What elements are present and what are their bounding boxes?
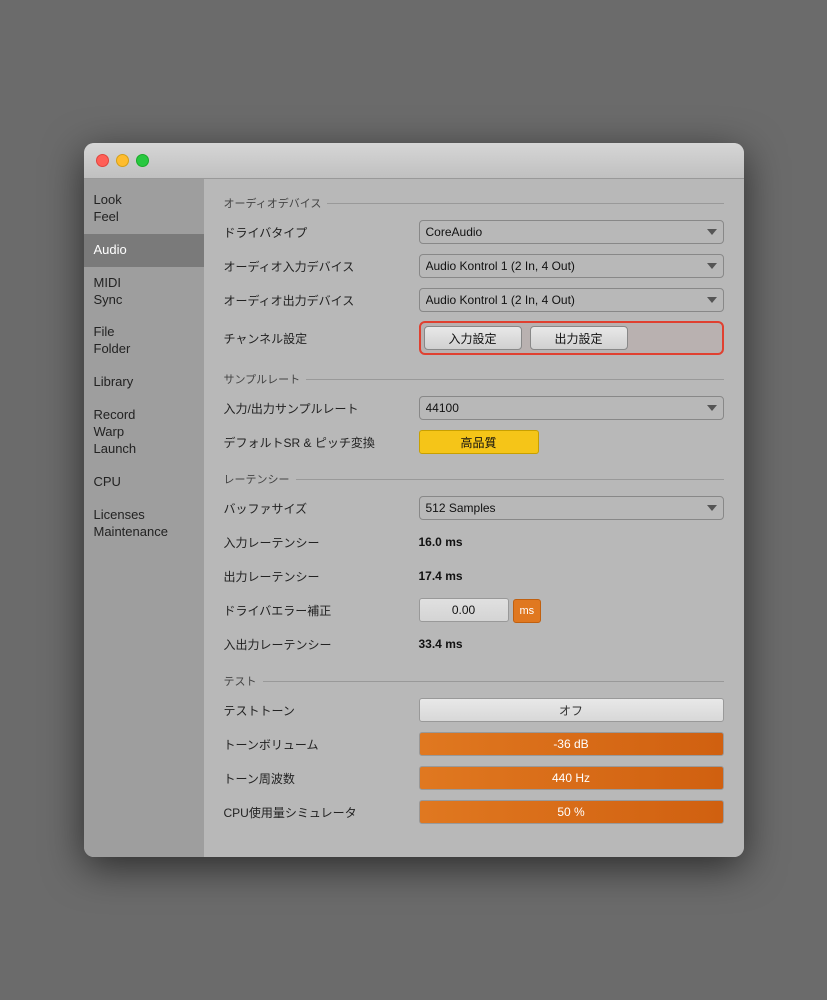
row-latency-0: バッファサイズ128 Samples256 Samples512 Samples…	[224, 495, 724, 521]
control-test-0: オフ	[419, 698, 724, 722]
quality-button[interactable]: 高品質	[419, 430, 539, 454]
orange-value-test-2[interactable]: 440 Hz	[419, 766, 724, 790]
section-header-sample_rate: サンプルレート	[224, 371, 724, 387]
sidebar: Look FeelAudioMIDI SyncFile FolderLibrar…	[84, 179, 204, 857]
channel-buttons: 入力設定出力設定	[419, 321, 724, 355]
label-test-2: トーン周波数	[224, 770, 419, 787]
control-test-2: 440 Hz	[419, 766, 724, 790]
sidebar-item-midi-sync[interactable]: MIDI Sync	[84, 267, 204, 317]
row-latency-2: 出力レーテンシー17.4 ms	[224, 563, 724, 589]
sidebar-item-cpu[interactable]: CPU	[84, 466, 204, 499]
label-test-1: トーンボリューム	[224, 736, 419, 753]
control-audio_device-1: Audio Kontrol 1 (2 In, 4 Out)	[419, 254, 724, 278]
preferences-window: Look FeelAudioMIDI SyncFile FolderLibrar…	[84, 143, 744, 857]
control-sample_rate-0: 441004800096000	[419, 396, 724, 420]
section-audio_device: オーディオデバイスドライバタイプCoreAudioASIOオーディオ入力デバイス…	[224, 195, 724, 355]
row-latency-4: 入出力レーテンシー33.4 ms	[224, 631, 724, 657]
orange-value-test-1[interactable]: -36 dB	[419, 732, 724, 756]
control-test-3: 50 %	[419, 800, 724, 824]
select-audio_device-2[interactable]: Audio Kontrol 1 (2 In, 4 Out)	[419, 288, 724, 312]
row-test-0: テストトーンオフ	[224, 697, 724, 723]
sidebar-item-licenses-maintenance[interactable]: Licenses Maintenance	[84, 499, 204, 549]
label-latency-3: ドライバエラー補正	[224, 602, 419, 619]
label-latency-0: バッファサイズ	[224, 500, 419, 517]
control-latency-2: 17.4 ms	[419, 567, 724, 585]
label-audio_device-3: チャンネル設定	[224, 330, 419, 347]
label-latency-4: 入出力レーテンシー	[224, 636, 419, 653]
sidebar-item-file-folder[interactable]: File Folder	[84, 316, 204, 366]
output-settings-button[interactable]: 出力設定	[530, 326, 628, 350]
control-latency-3: ms	[419, 598, 724, 623]
label-sample_rate-0: 入力/出力サンプルレート	[224, 400, 419, 417]
test-tone-button[interactable]: オフ	[419, 698, 724, 722]
content-area: Look FeelAudioMIDI SyncFile FolderLibrar…	[84, 179, 744, 857]
control-latency-1: 16.0 ms	[419, 533, 724, 551]
control-audio_device-3: 入力設定出力設定	[419, 321, 724, 355]
control-sample_rate-1: 高品質	[419, 430, 724, 454]
input-settings-button[interactable]: 入力設定	[424, 326, 522, 350]
control-audio_device-0: CoreAudioASIO	[419, 220, 724, 244]
ms-badge: ms	[513, 599, 542, 623]
maximize-button[interactable]	[136, 154, 149, 167]
sidebar-item-look-feel[interactable]: Look Feel	[84, 184, 204, 234]
row-sample_rate-0: 入力/出力サンプルレート441004800096000	[224, 395, 724, 421]
select-audio_device-1[interactable]: Audio Kontrol 1 (2 In, 4 Out)	[419, 254, 724, 278]
section-header-test: テスト	[224, 673, 724, 689]
section-sample_rate: サンプルレート入力/出力サンプルレート441004800096000デフォルトS…	[224, 371, 724, 455]
traffic-lights	[96, 154, 149, 167]
section-header-audio_device: オーディオデバイス	[224, 195, 724, 211]
section-header-latency: レーテンシー	[224, 471, 724, 487]
row-test-1: トーンボリューム-36 dB	[224, 731, 724, 757]
row-latency-1: 入力レーテンシー16.0 ms	[224, 529, 724, 555]
control-latency-0: 128 Samples256 Samples512 Samples1024 Sa…	[419, 496, 724, 520]
value-text-latency-1: 16.0 ms	[419, 535, 463, 549]
close-button[interactable]	[96, 154, 109, 167]
row-audio_device-1: オーディオ入力デバイスAudio Kontrol 1 (2 In, 4 Out)	[224, 253, 724, 279]
label-audio_device-1: オーディオ入力デバイス	[224, 258, 419, 275]
control-test-1: -36 dB	[419, 732, 724, 756]
control-latency-4: 33.4 ms	[419, 635, 724, 653]
sidebar-item-audio[interactable]: Audio	[84, 234, 204, 267]
label-sample_rate-1: デフォルトSR & ピッチ変換	[224, 434, 419, 451]
row-test-2: トーン周波数440 Hz	[224, 765, 724, 791]
titlebar	[84, 143, 744, 179]
sidebar-item-record-warp-launch[interactable]: Record Warp Launch	[84, 399, 204, 466]
control-audio_device-2: Audio Kontrol 1 (2 In, 4 Out)	[419, 288, 724, 312]
label-audio_device-2: オーディオ出力デバイス	[224, 292, 419, 309]
sidebar-item-library[interactable]: Library	[84, 366, 204, 399]
main-panel: オーディオデバイスドライバタイプCoreAudioASIOオーディオ入力デバイス…	[204, 179, 744, 857]
row-audio_device-0: ドライバタイプCoreAudioASIO	[224, 219, 724, 245]
orange-value-test-3[interactable]: 50 %	[419, 800, 724, 824]
select-latency-0[interactable]: 128 Samples256 Samples512 Samples1024 Sa…	[419, 496, 724, 520]
section-test: テストテストトーンオフトーンボリューム-36 dBトーン周波数440 HzCPU…	[224, 673, 724, 825]
value-text-latency-4: 33.4 ms	[419, 637, 463, 651]
row-audio_device-2: オーディオ出力デバイスAudio Kontrol 1 (2 In, 4 Out)	[224, 287, 724, 313]
value-text-latency-2: 17.4 ms	[419, 569, 463, 583]
minimize-button[interactable]	[116, 154, 129, 167]
row-latency-3: ドライバエラー補正 ms	[224, 597, 724, 623]
row-test-3: CPU使用量シミュレータ50 %	[224, 799, 724, 825]
driver-error-input[interactable]	[419, 598, 509, 622]
label-test-3: CPU使用量シミュレータ	[224, 804, 419, 821]
row-audio_device-3: チャンネル設定入力設定出力設定	[224, 321, 724, 355]
label-latency-1: 入力レーテンシー	[224, 534, 419, 551]
select-sample_rate-0[interactable]: 441004800096000	[419, 396, 724, 420]
label-test-0: テストトーン	[224, 702, 419, 719]
select-audio_device-0[interactable]: CoreAudioASIO	[419, 220, 724, 244]
label-audio_device-0: ドライバタイプ	[224, 224, 419, 241]
section-latency: レーテンシーバッファサイズ128 Samples256 Samples512 S…	[224, 471, 724, 657]
label-latency-2: 出力レーテンシー	[224, 568, 419, 585]
row-sample_rate-1: デフォルトSR & ピッチ変換高品質	[224, 429, 724, 455]
